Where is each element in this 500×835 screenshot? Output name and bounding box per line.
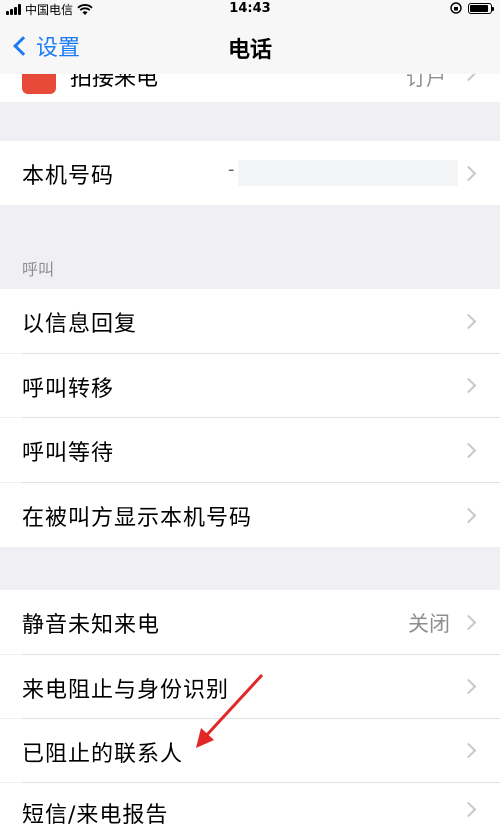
arrow-shaft <box>202 673 264 740</box>
annotation-arrow <box>196 673 264 748</box>
